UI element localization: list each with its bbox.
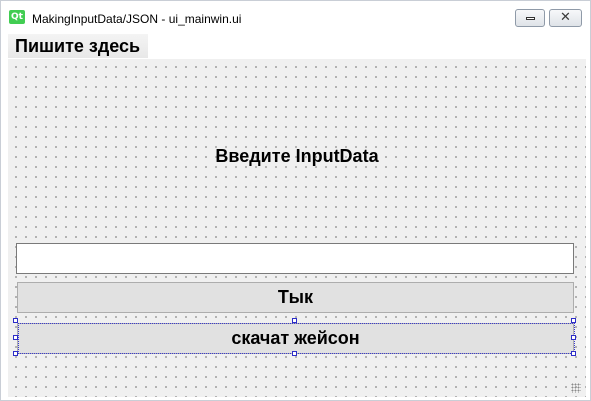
- form-canvas[interactable]: Введите InputData Тык скачат жейсон: [8, 59, 586, 397]
- menu-item-type-here[interactable]: Пишите здесь: [8, 34, 149, 58]
- minimize-button[interactable]: [515, 9, 545, 27]
- designer-window: Qt MakingInputData/JSON - ui_mainwin.ui …: [0, 0, 591, 401]
- close-button[interactable]: ✕: [549, 9, 582, 27]
- menu-bar: Пишите здесь: [8, 32, 586, 58]
- resize-handle-bottom-middle[interactable]: [292, 351, 297, 356]
- resize-handle-top-middle[interactable]: [292, 318, 297, 323]
- title-bar[interactable]: Qt MakingInputData/JSON - ui_mainwin.ui …: [1, 1, 590, 31]
- resize-handle-top-right[interactable]: [571, 318, 576, 323]
- size-grip-icon[interactable]: [571, 383, 581, 393]
- window-title: MakingInputData/JSON - ui_mainwin.ui: [32, 12, 242, 26]
- download-json-button[interactable]: скачат жейсон: [17, 323, 574, 354]
- tyk-button[interactable]: Тык: [17, 282, 574, 313]
- resize-handle-middle-left[interactable]: [13, 335, 18, 340]
- resize-handle-bottom-right[interactable]: [571, 351, 576, 356]
- resize-handle-bottom-left[interactable]: [13, 351, 18, 356]
- input-data-field[interactable]: [16, 243, 574, 274]
- close-icon: ✕: [560, 10, 571, 25]
- prompt-label[interactable]: Введите InputData: [8, 145, 586, 167]
- minimize-icon: [526, 17, 535, 20]
- qt-logo-icon: Qt: [9, 10, 25, 24]
- resize-handle-top-left[interactable]: [13, 318, 18, 323]
- resize-handle-middle-right[interactable]: [571, 335, 576, 340]
